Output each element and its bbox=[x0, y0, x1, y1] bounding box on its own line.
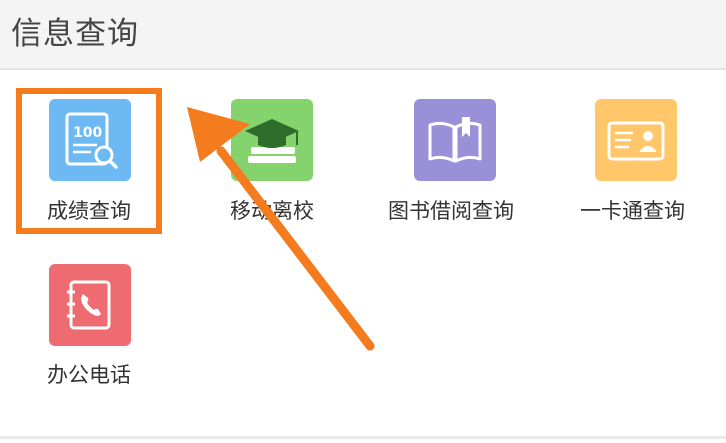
id-card-icon bbox=[595, 99, 677, 181]
tile-score-query[interactable]: 100 成绩查询 bbox=[0, 80, 180, 240]
header-bar: 信息查询 bbox=[0, 0, 726, 70]
tile-library-borrow-query[interactable]: 图书借阅查询 bbox=[380, 80, 540, 240]
page-title: 信息查询 bbox=[11, 16, 139, 52]
tile-campus-card-query[interactable]: 一卡通查询 bbox=[560, 80, 720, 240]
graduation-cap-icon bbox=[231, 99, 313, 181]
tile-label: 成绩查询 bbox=[47, 199, 131, 223]
tile-label: 一卡通查询 bbox=[580, 199, 685, 223]
phone-book-icon bbox=[49, 264, 131, 346]
tile-label: 移动离校 bbox=[230, 199, 314, 223]
svg-text:100: 100 bbox=[73, 125, 102, 141]
tile-label: 图书借阅查询 bbox=[388, 199, 514, 223]
bottom-divider bbox=[0, 436, 726, 439]
tile-mobile-leave-school[interactable]: 移动离校 bbox=[190, 80, 370, 240]
tile-label: 办公电话 bbox=[47, 363, 131, 387]
book-icon bbox=[414, 99, 496, 181]
tile-office-phone[interactable]: 办公电话 bbox=[0, 244, 180, 404]
score-report-icon: 100 bbox=[49, 99, 131, 181]
